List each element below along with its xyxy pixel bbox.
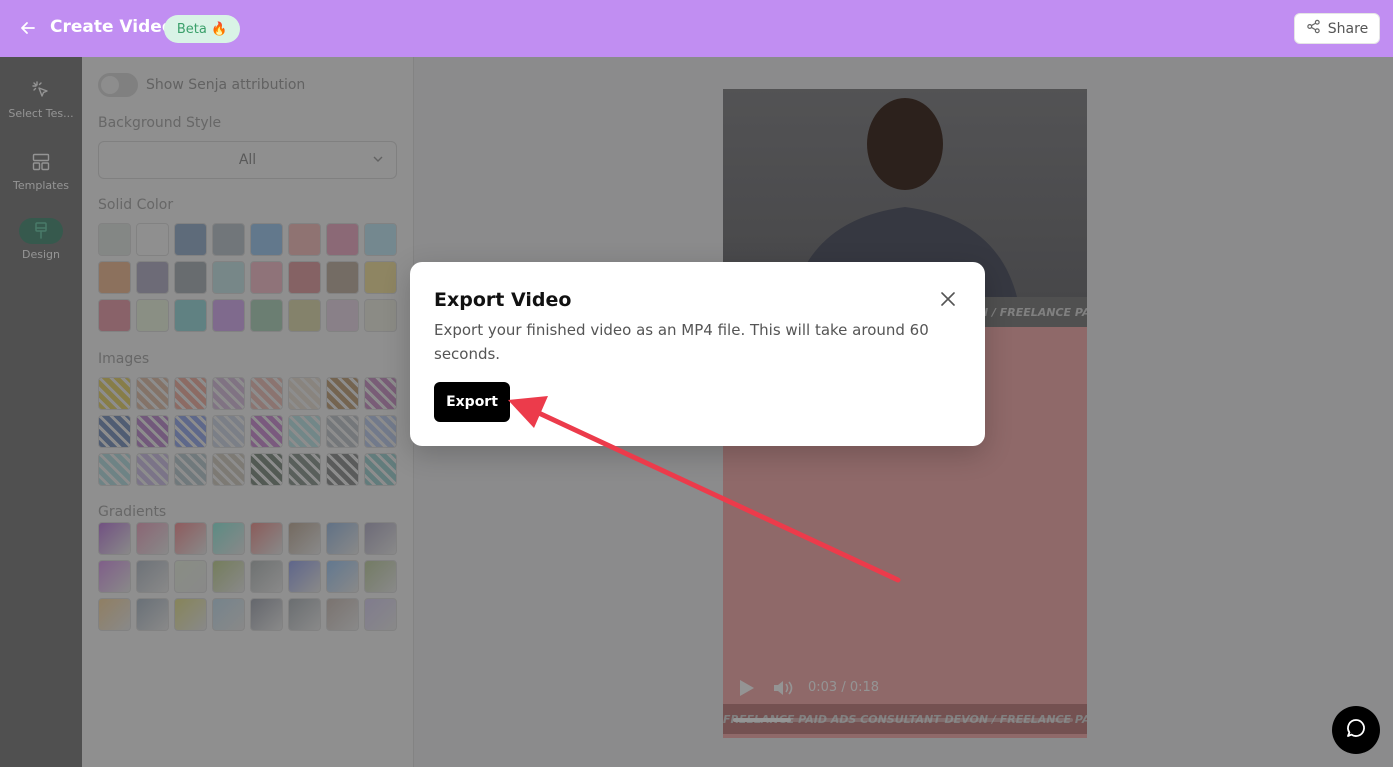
- arrow-left-icon[interactable]: [18, 18, 38, 38]
- top-bar: Create Video Beta 🔥 Share: [0, 0, 1393, 57]
- share-icon: [1306, 19, 1321, 38]
- chat-bubble-icon: [1345, 717, 1367, 743]
- chat-button[interactable]: [1332, 706, 1380, 754]
- beta-badge: Beta 🔥: [164, 15, 240, 43]
- modal-description: Export your finished video as an MP4 fil…: [434, 321, 929, 363]
- export-button[interactable]: Export: [434, 382, 510, 422]
- share-button[interactable]: Share: [1294, 13, 1380, 44]
- modal-title: Export Video: [434, 289, 572, 311]
- export-video-modal: Export Video Export your finished video …: [410, 262, 985, 446]
- close-icon[interactable]: [939, 290, 957, 308]
- page-title: Create Video: [50, 17, 174, 37]
- share-label: Share: [1327, 20, 1369, 37]
